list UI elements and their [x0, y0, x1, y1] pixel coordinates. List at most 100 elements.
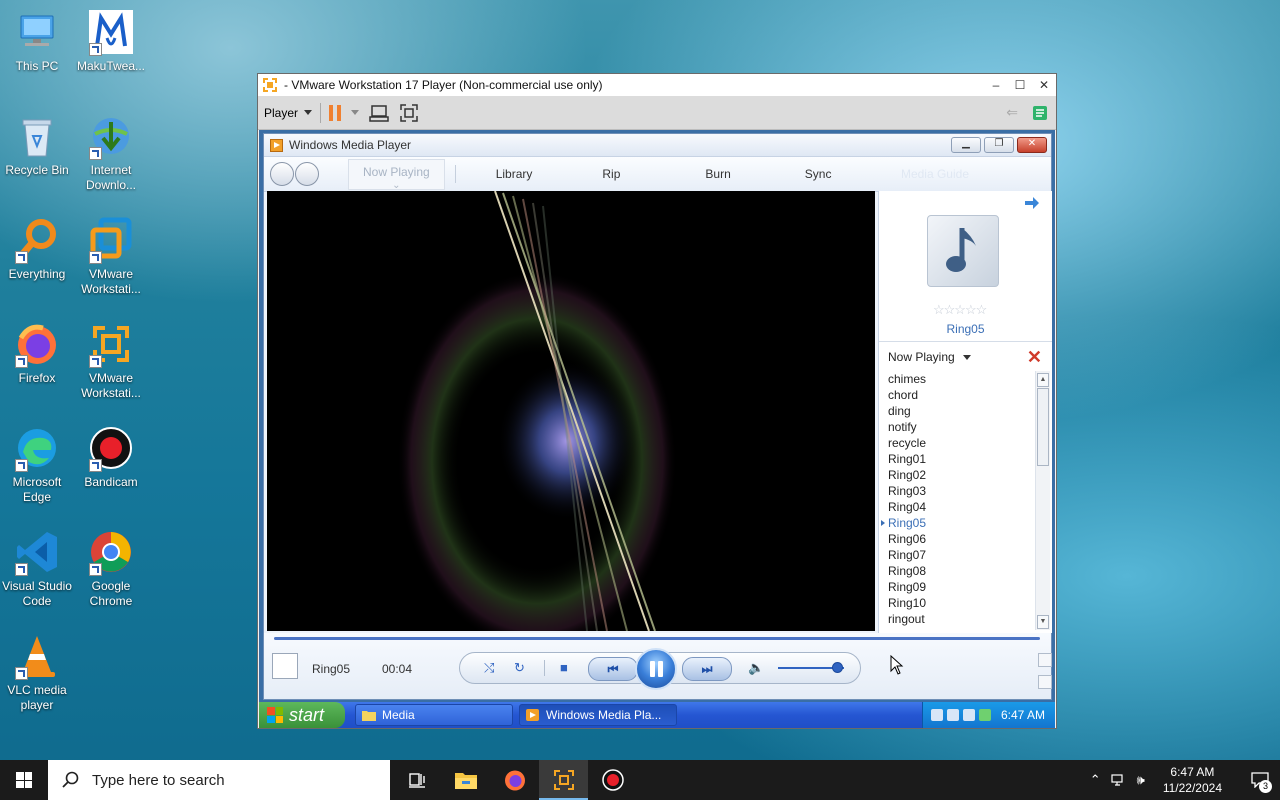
- chevron-down-icon[interactable]: [351, 110, 360, 115]
- wmp-titlebar[interactable]: Windows Media Player ▁ ❐ ✕: [264, 134, 1051, 157]
- desktop-icon-internet-download-manager[interactable]: Internet Downlo...: [74, 112, 148, 193]
- desktop-icon-vmware-workstation-player[interactable]: VMware Workstati...: [74, 320, 148, 401]
- scroll-down-button[interactable]: ▼: [1037, 615, 1049, 629]
- playlist-item[interactable]: ding: [879, 403, 1034, 419]
- tab-sync[interactable]: Sync: [805, 167, 832, 181]
- forward-button[interactable]: [295, 162, 319, 186]
- desktop-icon-vmware-workstation[interactable]: VMware Workstati...: [74, 216, 148, 297]
- vmware-close-button[interactable]: ✕: [1032, 78, 1056, 92]
- library-notes-icon[interactable]: [1032, 105, 1048, 121]
- xp-start-button[interactable]: start: [259, 702, 345, 728]
- desktop-icon-this-pc[interactable]: This PC: [0, 8, 74, 74]
- playlist-item[interactable]: Ring07: [879, 547, 1034, 563]
- tab-library[interactable]: Library: [496, 167, 533, 181]
- playlist-item[interactable]: ringout: [879, 611, 1034, 627]
- rating-stars[interactable]: ☆☆☆☆☆: [933, 302, 987, 318]
- vmware-titlebar[interactable]: - VMware Workstation 17 Player (Non-comm…: [258, 74, 1056, 96]
- show-hidden-icons-icon[interactable]: ⌃: [1090, 772, 1101, 788]
- start-button[interactable]: [0, 760, 48, 800]
- xp-clock[interactable]: 6:47 AM: [1001, 708, 1045, 722]
- desktop-icon-makutweaker[interactable]: MakuTwea...: [74, 8, 148, 74]
- shuffle-icon[interactable]: ⤭: [484, 660, 494, 676]
- tab-burn[interactable]: Burn: [705, 167, 730, 181]
- tray-network-icon[interactable]: [930, 709, 943, 721]
- back-button[interactable]: [270, 162, 294, 186]
- next-button[interactable]: ⏭: [682, 657, 732, 681]
- clear-list-icon[interactable]: ✕: [1027, 347, 1042, 368]
- tab-now-playing[interactable]: Now Playing: [348, 158, 445, 190]
- playlist-item[interactable]: Ring01: [879, 451, 1034, 467]
- scroll-thumb[interactable]: [1037, 388, 1049, 466]
- now-playing-list-label[interactable]: Now Playing: [888, 350, 955, 364]
- xp-task-media[interactable]: Media: [355, 704, 513, 726]
- desktop-icon-label: Bandicam: [84, 475, 138, 489]
- playlist-item[interactable]: chimes: [879, 371, 1034, 387]
- mini-album-thumbnail[interactable]: [272, 653, 298, 679]
- mute-icon[interactable]: 🔈: [748, 660, 764, 676]
- tab-media-guide[interactable]: Media Guide: [901, 167, 969, 181]
- taskbar-bandicam[interactable]: [588, 760, 637, 800]
- guest-screen[interactable]: Windows Media Player ▁ ❐ ✕ Now Playing L…: [259, 130, 1055, 728]
- stop-icon[interactable]: ■: [560, 660, 568, 675]
- previous-button[interactable]: ⏮: [588, 657, 638, 681]
- playlist-item[interactable]: Ring02: [879, 467, 1034, 483]
- desktop-icon-edge[interactable]: Microsoft Edge: [0, 424, 74, 505]
- desktop-icon-chrome[interactable]: Google Chrome: [74, 528, 148, 609]
- seek-bar[interactable]: [274, 637, 1040, 640]
- search-box[interactable]: Type here to search: [48, 760, 390, 800]
- desktop-icon-vscode[interactable]: Visual Studio Code: [0, 528, 74, 609]
- scroll-up-button[interactable]: ▲: [1037, 373, 1049, 387]
- album-art[interactable]: [927, 215, 999, 287]
- wmp-restore-button[interactable]: ❐: [984, 137, 1014, 153]
- playlist-item[interactable]: Ring09: [879, 579, 1034, 595]
- desktop-icon-bandicam[interactable]: Bandicam: [74, 424, 148, 490]
- xp-task-label: Media: [382, 708, 415, 722]
- wmp-minimize-button[interactable]: ▁: [951, 137, 981, 153]
- wmp-close-button[interactable]: ✕: [1017, 137, 1047, 153]
- network-icon[interactable]: [1111, 773, 1127, 787]
- vmware-minimize-button[interactable]: –: [984, 78, 1008, 92]
- playlist-item[interactable]: Ring04: [879, 499, 1034, 515]
- player-menu-button[interactable]: Player: [264, 106, 313, 120]
- vmware-maximize-button[interactable]: ☐: [1008, 78, 1032, 92]
- playlist-item[interactable]: chord: [879, 387, 1034, 403]
- taskbar-file-explorer[interactable]: [441, 760, 490, 800]
- arrow-right-icon[interactable]: [1024, 197, 1040, 209]
- visualization-area[interactable]: [267, 191, 875, 631]
- tab-rip[interactable]: Rip: [602, 167, 620, 181]
- playlist-item[interactable]: Ring08: [879, 563, 1034, 579]
- xp-task-label: Windows Media Pla...: [546, 708, 662, 722]
- send-ctrl-alt-del-icon[interactable]: [369, 103, 389, 123]
- playlist-item[interactable]: Ring10: [879, 595, 1034, 611]
- taskbar-firefox[interactable]: [490, 760, 539, 800]
- desktop-icon-firefox[interactable]: Firefox: [0, 320, 74, 386]
- back-arrow-icon[interactable]: ⇐: [1006, 104, 1018, 121]
- pause-button[interactable]: [635, 648, 677, 690]
- xp-task-wmp[interactable]: Windows Media Pla...: [519, 704, 677, 726]
- desktop-icon-everything[interactable]: Everything: [0, 216, 74, 282]
- playlist-item[interactable]: Ring05: [879, 515, 1034, 531]
- desktop-icon-recycle-bin[interactable]: Recycle Bin: [0, 112, 74, 178]
- switch-to-skin-button[interactable]: [1038, 653, 1052, 667]
- tray-volume-icon[interactable]: [962, 709, 975, 721]
- tray-safely-remove-icon[interactable]: [946, 709, 959, 721]
- taskbar-vmware-player[interactable]: [539, 760, 588, 800]
- repeat-icon[interactable]: ↻: [514, 660, 525, 676]
- full-screen-button[interactable]: [1038, 675, 1052, 689]
- playlist-item[interactable]: Ring06: [879, 531, 1034, 547]
- volume-knob[interactable]: [832, 662, 844, 673]
- action-center-button[interactable]: 3: [1240, 760, 1280, 800]
- playlist-item[interactable]: Ring03: [879, 483, 1034, 499]
- task-view-button[interactable]: [392, 760, 441, 800]
- tray-security-icon[interactable]: [978, 709, 991, 721]
- suspend-vm-icon[interactable]: [329, 104, 342, 121]
- playlist-scrollbar[interactable]: ▲ ▼: [1035, 371, 1050, 630]
- notification-badge: 3: [1259, 780, 1272, 793]
- fullscreen-icon[interactable]: [399, 103, 419, 123]
- host-clock[interactable]: 6:47 AM 11/22/2024: [1163, 764, 1222, 796]
- desktop-icon-vlc[interactable]: VLC media player: [0, 632, 74, 713]
- playlist-item[interactable]: recycle: [879, 435, 1034, 451]
- chevron-down-icon[interactable]: [962, 354, 971, 360]
- playlist-item[interactable]: notify: [879, 419, 1034, 435]
- volume-icon[interactable]: 🕪: [1137, 772, 1145, 788]
